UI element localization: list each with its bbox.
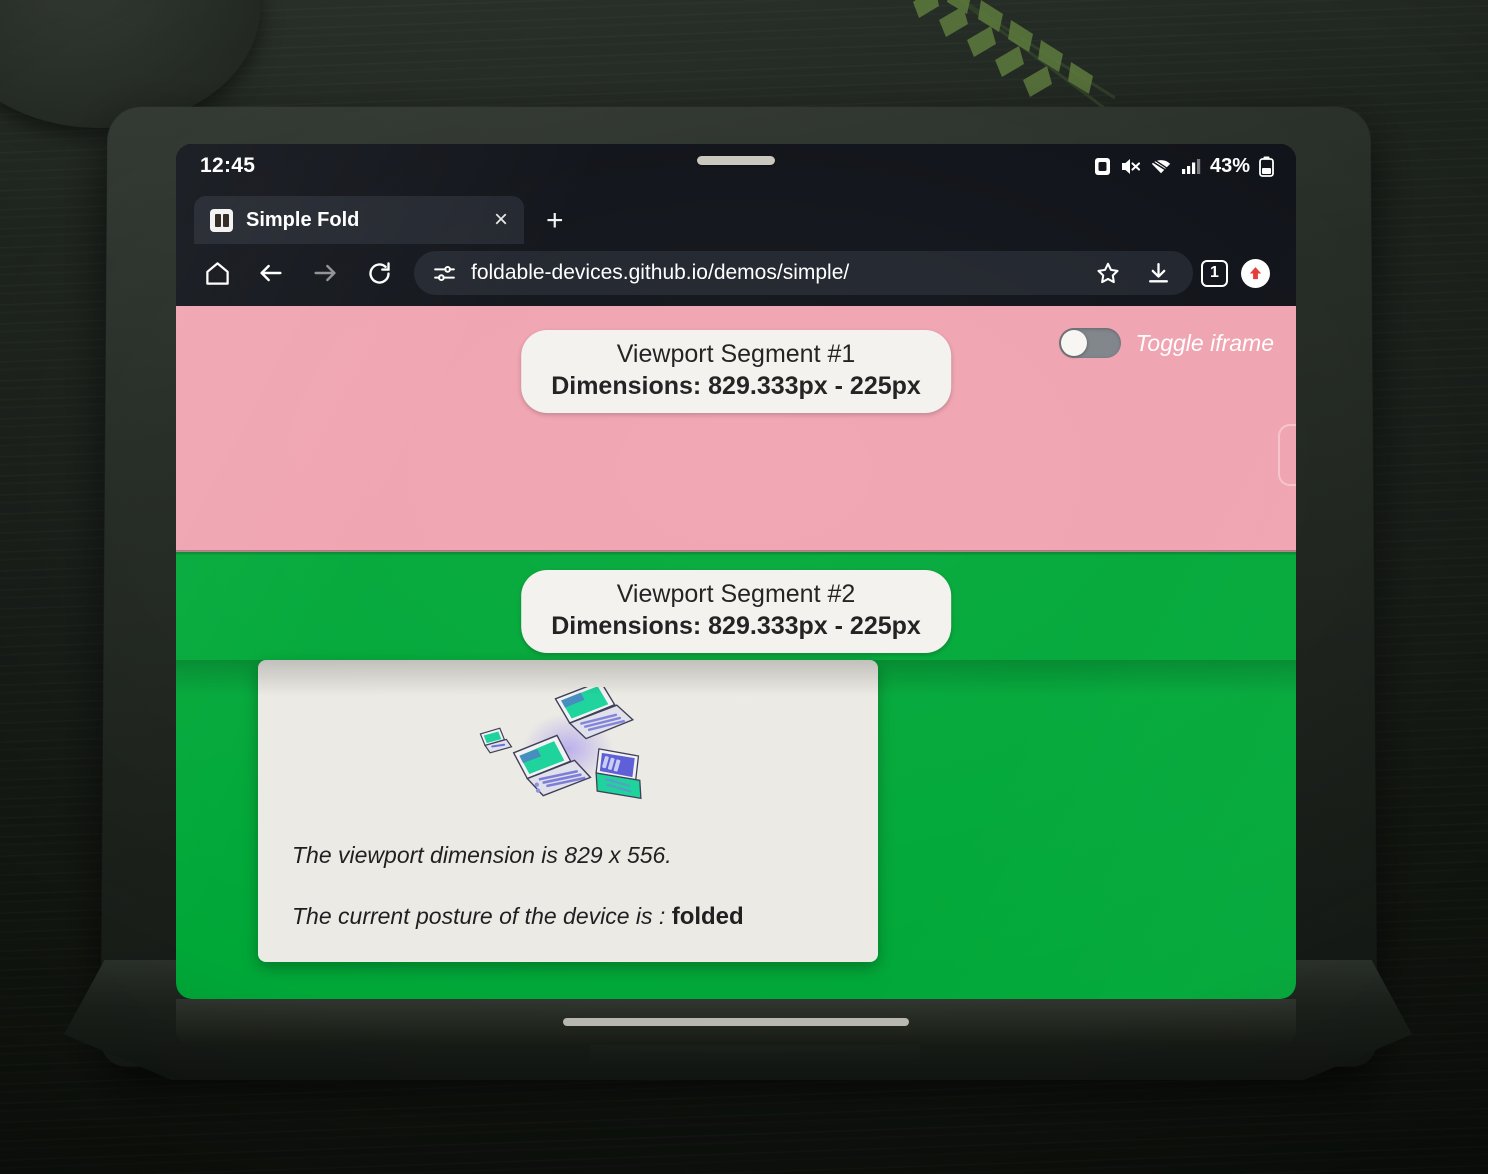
segment-1-label: Viewport Segment #1 Dimensions: 829.333p… xyxy=(521,330,951,413)
battery-icon xyxy=(1259,156,1274,177)
forward-arrow-icon[interactable] xyxy=(298,250,352,296)
android-status-bar: 12:45 43% xyxy=(176,144,1296,188)
home-icon[interactable] xyxy=(190,250,244,296)
posture-text: The current posture of the device is : f… xyxy=(292,901,844,932)
download-icon[interactable] xyxy=(1135,250,1181,296)
signal-icon xyxy=(1181,158,1201,174)
gesture-nav-pill[interactable] xyxy=(563,1018,909,1026)
speaker-grille xyxy=(697,156,775,165)
segment-1-dimensions: Dimensions: 829.333px - 225px xyxy=(551,372,921,400)
segment-2-title: Viewport Segment #2 xyxy=(616,580,856,608)
system-gesture-navbar[interactable] xyxy=(176,999,1296,1045)
plant-sprig-icon xyxy=(913,0,1115,110)
photo-scene: 12:45 43% Simple Fold × + foldable-devic… xyxy=(0,0,1488,1174)
foldable-devices-illustration-icon xyxy=(292,686,844,814)
tab-counter-button[interactable]: 1 xyxy=(1201,259,1228,287)
new-tab-button[interactable]: + xyxy=(524,206,582,244)
wifi-icon xyxy=(1151,159,1171,173)
back-arrow-icon[interactable] xyxy=(244,250,298,296)
viewport-dimension-text: The viewport dimension is 829 x 556. xyxy=(292,841,672,868)
status-clock: 12:45 xyxy=(200,154,256,177)
reload-icon[interactable] xyxy=(352,250,406,296)
browser-toolbar: foldable-devices.github.io/demos/simple/… xyxy=(176,244,1296,306)
device-info-card: The viewport dimension is 829 x 556. The… xyxy=(258,660,878,962)
tune-icon[interactable] xyxy=(432,261,457,286)
mute-icon xyxy=(1121,158,1141,174)
device-screen: 12:45 43% Simple Fold × + foldable-devic… xyxy=(176,144,1296,999)
up-arrow-icon xyxy=(1249,266,1261,279)
switch-knob xyxy=(1061,330,1088,356)
viewport-segment-2: Viewport Segment #2 Dimensions: 829.333p… xyxy=(176,552,1296,999)
segment-1-title: Viewport Segment #1 xyxy=(616,340,856,368)
toggle-iframe-switch[interactable] xyxy=(1059,328,1122,358)
web-page-content: Viewport Segment #1 Dimensions: 829.333p… xyxy=(176,306,1296,999)
posture-label: The current posture of the device is : xyxy=(292,902,672,929)
url-text[interactable]: foldable-devices.github.io/demos/simple/ xyxy=(471,261,1071,285)
viewport-segment-1: Viewport Segment #1 Dimensions: 829.333p… xyxy=(176,306,1296,552)
posture-value: folded xyxy=(671,902,744,930)
update-menu-icon[interactable] xyxy=(1228,250,1282,296)
toggle-iframe-control[interactable]: Toggle iframe xyxy=(1059,328,1274,358)
battery-percent: 43% xyxy=(1209,154,1250,177)
star-icon[interactable] xyxy=(1085,250,1131,296)
page-edge-handle[interactable] xyxy=(1278,424,1296,486)
screenshot-icon xyxy=(1094,157,1110,175)
toggle-iframe-label: Toggle iframe xyxy=(1135,329,1274,356)
tab-title: Simple Fold xyxy=(246,208,360,231)
segment-2-dimensions: Dimensions: 829.333px - 225px xyxy=(551,612,921,640)
browser-tab-strip: Simple Fold × + xyxy=(176,188,1296,244)
browser-tab[interactable]: Simple Fold × xyxy=(194,196,524,244)
segment-2-label: Viewport Segment #2 Dimensions: 829.333p… xyxy=(521,570,951,653)
site-favicon-icon xyxy=(210,208,233,232)
close-tab-button[interactable]: × xyxy=(474,208,508,232)
address-bar[interactable]: foldable-devices.github.io/demos/simple/ xyxy=(414,251,1193,295)
